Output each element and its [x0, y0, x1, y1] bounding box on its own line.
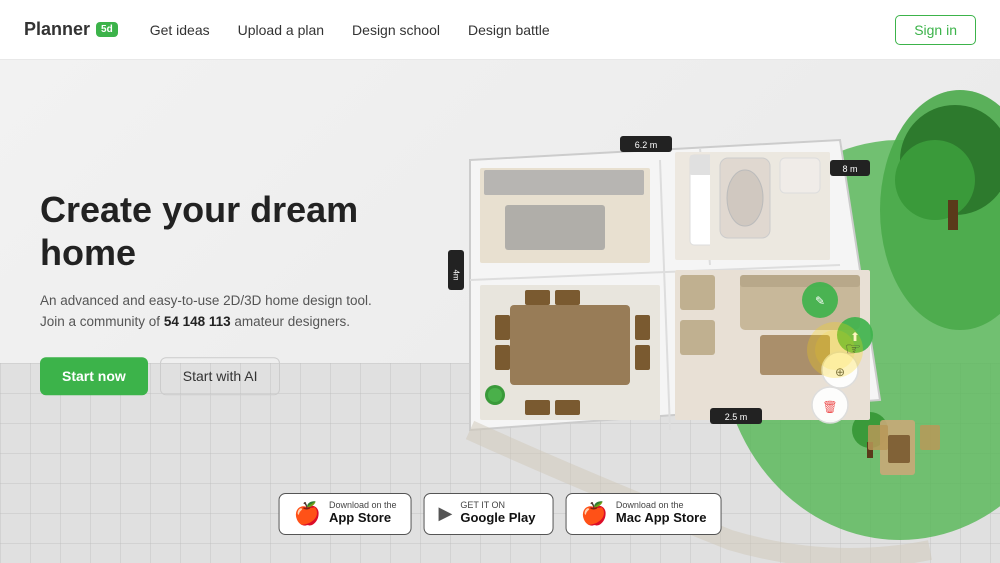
room-illustration: 6.2 m 8 m 4m 2.5 m ✎ ⬆ ⊕ 🗑 ☞	[380, 60, 1000, 563]
google-play-big: Google Play	[460, 510, 535, 527]
svg-text:☞: ☞	[845, 339, 861, 359]
logo-name: Planner	[24, 19, 90, 40]
svg-text:✎: ✎	[815, 294, 825, 308]
google-play-small: GET IT ON	[460, 501, 535, 510]
start-with-ai-button[interactable]: Start with AI	[160, 357, 281, 395]
app-store-badge[interactable]: 🍎 Download on the App Store	[279, 493, 412, 535]
app-store-big: App Store	[329, 510, 397, 527]
apple-icon: 🍎	[294, 501, 321, 527]
signin-button[interactable]: Sign in	[895, 15, 976, 45]
hero-section: 6.2 m 8 m 4m 2.5 m ✎ ⬆ ⊕ 🗑 ☞	[0, 60, 1000, 563]
app-badges: 🍎 Download on the App Store ▶ GET IT ON …	[279, 493, 722, 535]
nav-get-ideas[interactable]: Get ideas	[150, 22, 210, 38]
hero-description: An advanced and easy-to-use 2D/3D home d…	[40, 290, 380, 333]
start-now-button[interactable]: Start now	[40, 357, 148, 395]
hero-content: Create your dream home An advanced and e…	[40, 188, 380, 436]
google-play-badge[interactable]: ▶ GET IT ON Google Play	[424, 493, 554, 535]
svg-text:4m: 4m	[452, 269, 461, 280]
hero-desc-pre: An advanced and easy-to-use 2D/3D home d…	[40, 293, 372, 308]
hero-title: Create your dream home	[40, 188, 380, 274]
mac-store-small: Download on the	[616, 501, 707, 510]
svg-text:8 m: 8 m	[842, 164, 857, 174]
navbar: Planner 5d Get ideas Upload a plan Desig…	[0, 0, 1000, 60]
google-play-icon: ▶	[439, 503, 453, 524]
hero-desc-community: Join a community of	[40, 315, 160, 330]
nav-links: Get ideas Upload a plan Design school De…	[150, 22, 895, 38]
svg-text:6.2 m: 6.2 m	[635, 140, 658, 150]
logo-badge: 5d	[96, 22, 118, 37]
svg-text:2.5 m: 2.5 m	[725, 412, 748, 422]
mac-app-store-badge[interactable]: 🍎 Download on the Mac App Store	[566, 493, 722, 535]
mac-store-big: Mac App Store	[616, 510, 707, 527]
nav-design-battle[interactable]: Design battle	[468, 22, 550, 38]
hero-desc-post: amateur designers.	[234, 315, 350, 330]
svg-text:🗑: 🗑	[822, 400, 837, 414]
hero-community-count: 54 148 113	[164, 315, 231, 330]
nav-design-school[interactable]: Design school	[352, 22, 440, 38]
logo[interactable]: Planner 5d	[24, 19, 118, 40]
hero-buttons: Start now Start with AI	[40, 357, 380, 395]
mac-apple-icon: 🍎	[581, 501, 608, 527]
nav-upload-plan[interactable]: Upload a plan	[238, 22, 324, 38]
app-store-small: Download on the	[329, 501, 397, 510]
